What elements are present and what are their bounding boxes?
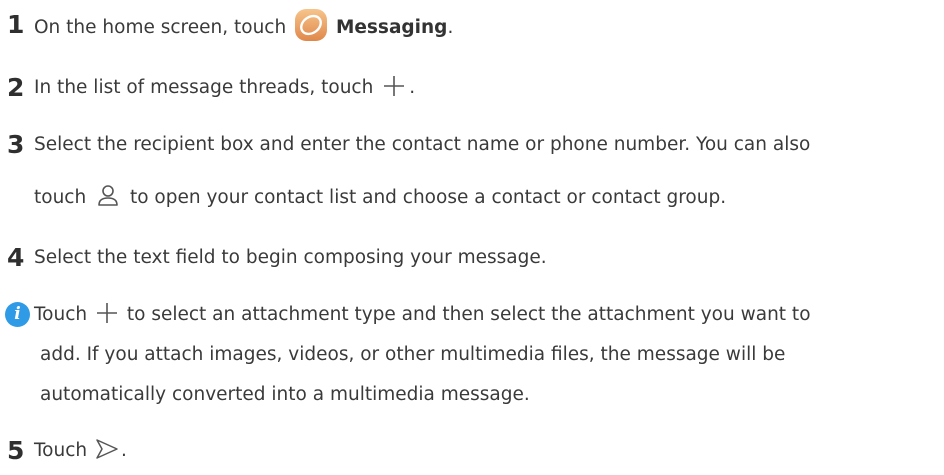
step-number: 5: [7, 436, 25, 465]
info-icon: i: [5, 302, 30, 327]
app-name: Messaging: [335, 17, 448, 38]
plus-icon: [95, 301, 119, 325]
contact-person-icon: [96, 184, 120, 208]
step-number: 3: [7, 130, 25, 159]
step-number: 4: [7, 243, 25, 272]
send-icon: [95, 438, 119, 460]
step-text: In the list of message threads, touch: [34, 77, 380, 98]
plus-icon: [382, 74, 406, 98]
step-text: On the home screen, touch: [34, 17, 293, 38]
step-number: 2: [7, 73, 25, 102]
step-number: 1: [7, 10, 25, 39]
messaging-app-icon: [294, 9, 328, 41]
step-text: Select the recipient box and enter the c…: [34, 134, 811, 155]
step-text: Select the text field to begin composing…: [34, 247, 547, 268]
